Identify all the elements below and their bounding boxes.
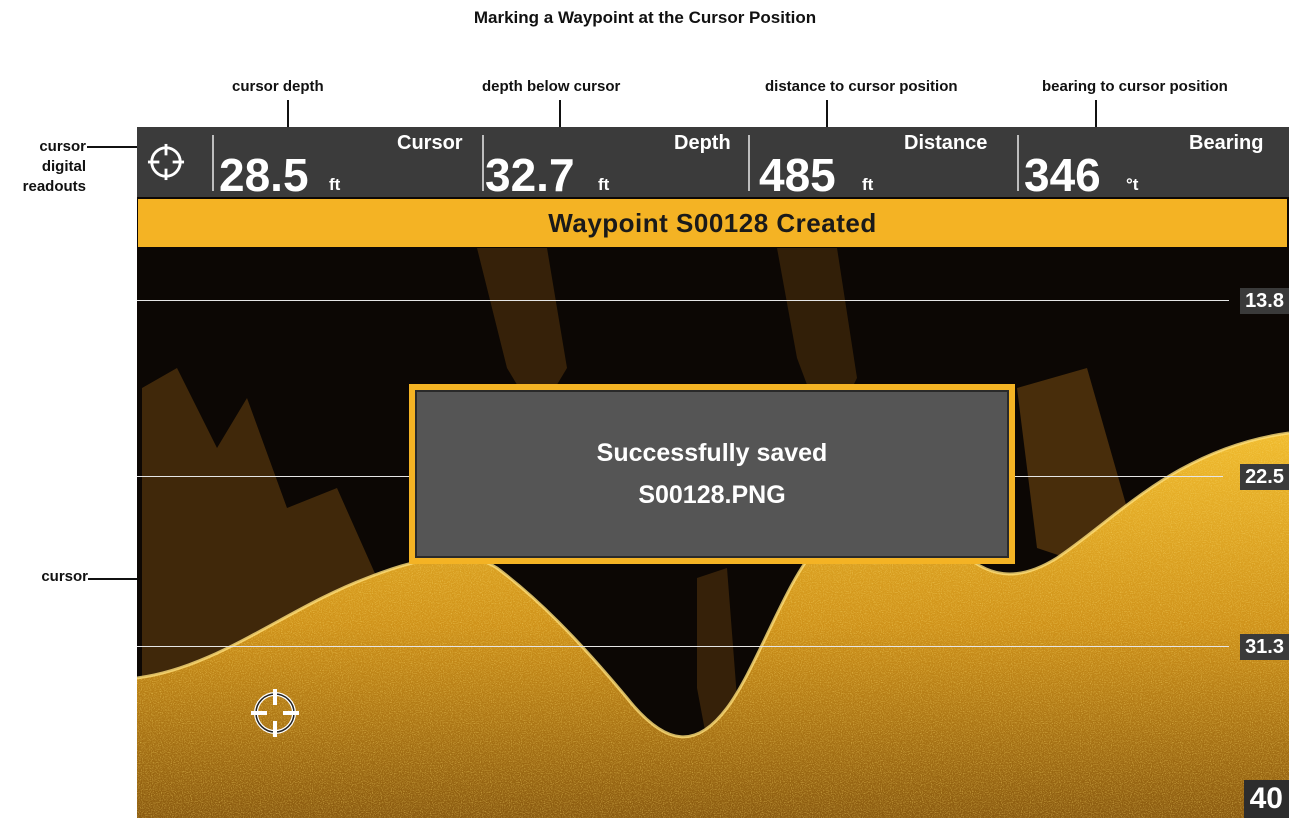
- readouts-label-line-2: digital: [41, 158, 86, 175]
- crosshair-icon[interactable]: [250, 688, 300, 738]
- depth-line: [137, 646, 1229, 647]
- callout-cursor-digital-readouts: cursor digital readouts: [20, 137, 86, 197]
- depth-marker-22-5: 22.5: [1240, 464, 1289, 490]
- waypoint-created-banner: Waypoint S00128 Created: [138, 199, 1287, 247]
- depth-line: [137, 300, 1229, 301]
- callout-cursor: cursor: [41, 568, 88, 585]
- readout-cursor-value: 28.5: [219, 149, 309, 201]
- readout-divider: [212, 135, 214, 191]
- readout-distance-label: Distance: [904, 132, 988, 154]
- readout-depth-unit: ft: [598, 175, 610, 194]
- dialog-body: Successfully saved S00128.PNG: [415, 390, 1009, 558]
- readout-depth-value: 32.7: [485, 149, 575, 201]
- readout-divider: [1017, 135, 1019, 191]
- readouts-label-line-1: cursor: [39, 138, 86, 155]
- readout-distance-value: 485: [759, 149, 836, 201]
- dialog-message: Successfully saved: [596, 439, 828, 467]
- dialog-filename: S00128.PNG: [638, 481, 786, 509]
- fishfinder-screen: Cursor 28.5 ft Depth 32.7 ft Distance 48…: [137, 127, 1289, 818]
- callout-cursor-depth: cursor depth: [232, 78, 324, 95]
- depth-marker-31-3: 31.3: [1240, 634, 1289, 660]
- readout-distance-unit: ft: [862, 175, 874, 194]
- readout-divider: [482, 135, 484, 191]
- readout-cursor-label: Cursor: [397, 132, 463, 154]
- callout-depth-below-cursor: depth below cursor: [482, 78, 621, 95]
- readout-cursor-unit: ft: [329, 175, 341, 194]
- page-title: Marking a Waypoint at the Cursor Positio…: [473, 8, 817, 27]
- depth-scale-label: 40: [1243, 780, 1289, 818]
- callout-distance-to-cursor: distance to cursor position: [765, 78, 958, 95]
- readout-bearing-value: 346: [1024, 149, 1101, 201]
- callout-bearing-to-cursor: bearing to cursor position: [1042, 78, 1228, 95]
- crosshair-icon[interactable]: [147, 143, 185, 181]
- readouts-label-line-3: readouts: [22, 178, 86, 195]
- readout-bearing-label: Bearing: [1189, 132, 1264, 154]
- readout-divider: [748, 135, 750, 191]
- depth-marker-13-8: 13.8: [1240, 288, 1289, 314]
- readout-bearing-unit: °t: [1126, 175, 1139, 194]
- readout-bar: Cursor 28.5 ft Depth 32.7 ft Distance 48…: [137, 127, 1289, 201]
- readout-depth-label: Depth: [674, 132, 731, 154]
- save-confirmation-dialog[interactable]: Successfully saved S00128.PNG: [409, 384, 1015, 564]
